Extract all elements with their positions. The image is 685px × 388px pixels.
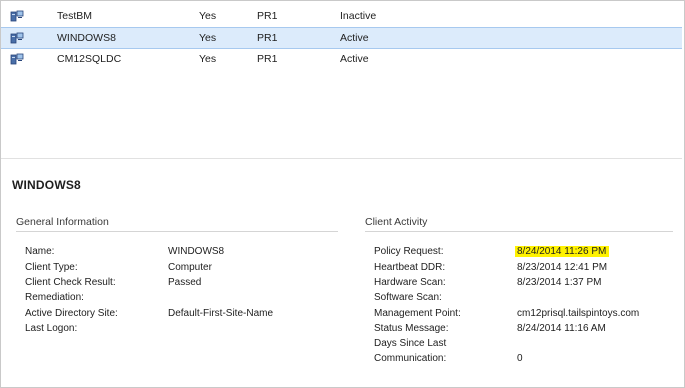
device-client: Yes xyxy=(199,53,217,65)
policy-request-value: 8/24/2014 11:26 PM xyxy=(515,245,610,258)
device-site: PR1 xyxy=(257,53,278,65)
device-row-windows8[interactable]: WINDOWS8 Yes PR1 Active xyxy=(1,27,682,49)
client-check-result-label: Client Check Result: xyxy=(25,277,116,288)
device-name: CM12SQLDC xyxy=(57,53,122,65)
client-activity-divider xyxy=(365,231,673,232)
device-client: Yes xyxy=(199,10,217,22)
hardware-scan-value: 8/23/2014 1:37 PM xyxy=(517,277,602,288)
client-type-label: Client Type: xyxy=(25,262,78,273)
computer-device-icon xyxy=(10,32,24,44)
communication-value: 0 xyxy=(517,353,523,364)
pane-splitter[interactable] xyxy=(1,158,682,159)
last-logon-label: Last Logon: xyxy=(25,323,78,334)
device-name: WINDOWS8 xyxy=(57,32,116,44)
device-status: Active xyxy=(340,32,369,44)
policy-request-label: Policy Request: xyxy=(374,246,444,257)
client-activity-heading: Client Activity xyxy=(365,216,428,228)
computer-device-icon xyxy=(10,53,24,65)
status-message-value: 8/24/2014 11:16 AM xyxy=(517,323,606,334)
computer-device-icon xyxy=(10,10,24,22)
device-status: Inactive xyxy=(340,10,377,22)
details-title: WINDOWS8 xyxy=(12,178,81,192)
days-since-last-label: Days Since Last xyxy=(374,338,447,349)
remediation-label: Remediation: xyxy=(25,292,84,303)
hardware-scan-label: Hardware Scan: xyxy=(374,277,446,288)
device-row-testbm[interactable]: TestBM Yes PR1 Inactive xyxy=(1,6,682,27)
client-check-result-value: Passed xyxy=(168,277,202,288)
device-row-cm12sqldc[interactable]: CM12SQLDC Yes PR1 Active xyxy=(1,49,682,70)
active-directory-site-value: Default-First-Site-Name xyxy=(168,308,274,319)
device-site: PR1 xyxy=(257,32,278,44)
name-value: WINDOWS8 xyxy=(168,246,225,257)
communication-label: Communication: xyxy=(374,353,447,364)
heartbeat-ddr-value: 8/23/2014 12:41 PM xyxy=(517,262,608,273)
active-directory-site-label: Active Directory Site: xyxy=(25,308,118,319)
management-point-value: cm12prisql.tailspintoys.com xyxy=(517,308,640,319)
status-message-label: Status Message: xyxy=(374,323,449,334)
device-client: Yes xyxy=(199,32,217,44)
name-label: Name: xyxy=(25,246,55,257)
software-scan-label: Software Scan: xyxy=(374,292,442,303)
client-type-value: Computer xyxy=(168,262,212,273)
heartbeat-ddr-label: Heartbeat DDR: xyxy=(374,262,446,273)
device-name: TestBM xyxy=(57,10,93,22)
device-status: Active xyxy=(340,53,369,65)
management-point-label: Management Point: xyxy=(374,308,461,319)
device-site: PR1 xyxy=(257,10,278,22)
general-information-divider xyxy=(16,231,338,232)
device-list: TestBM Yes PR1 Inactive WINDOWS8 Yes PR1… xyxy=(1,6,682,70)
policy-request-highlight: 8/24/2014 11:26 PM xyxy=(515,246,610,257)
general-information-heading: General Information xyxy=(16,216,109,228)
